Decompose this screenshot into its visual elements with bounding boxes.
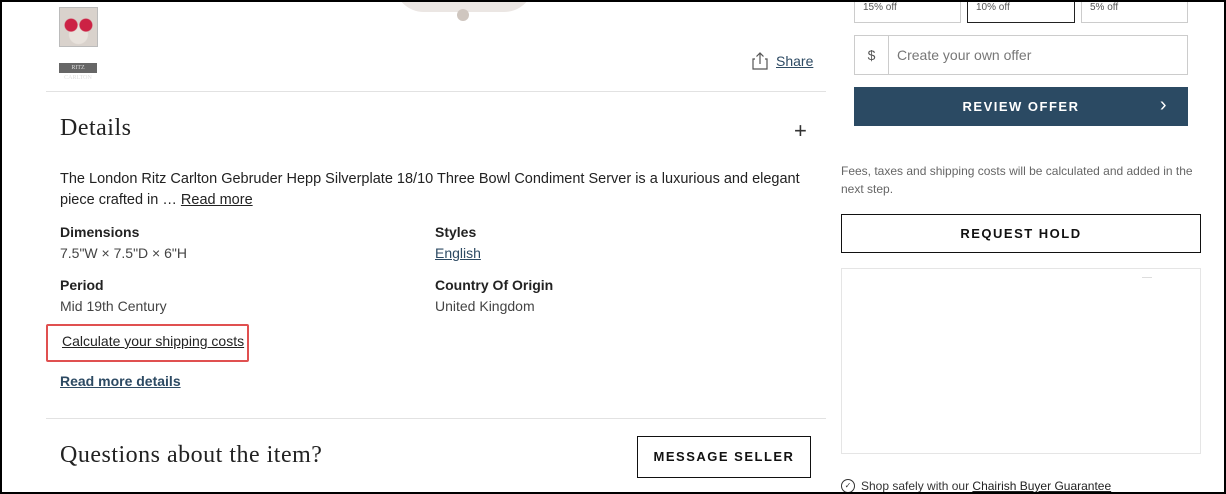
- offer-option-label: 10% off: [976, 2, 1010, 13]
- chevron-right-icon: ›: [1159, 94, 1168, 116]
- styles-label: Styles: [435, 224, 477, 240]
- message-seller-button[interactable]: MESSAGE SELLER: [637, 436, 811, 478]
- origin-value: United Kingdom: [435, 298, 535, 314]
- offer-option-10[interactable]: 10% off: [967, 2, 1075, 23]
- read-more-details-link[interactable]: Read more details: [60, 373, 181, 389]
- share-button[interactable]: Share: [752, 52, 813, 70]
- offer-option-15[interactable]: 15% off: [854, 2, 961, 23]
- brand-thumb-text: RITZ CARLTON: [64, 65, 92, 81]
- guarantee-prefix: Shop safely with our: [861, 479, 973, 493]
- panel-divider: [1142, 277, 1152, 278]
- gallery-thumbnail[interactable]: [59, 7, 98, 47]
- divider: [46, 418, 826, 419]
- guarantee-text: Shop safely with our Chairish Buyer Guar…: [861, 479, 1111, 493]
- share-label[interactable]: Share: [776, 53, 813, 69]
- custom-offer-field[interactable]: $ Create your own offer: [854, 35, 1188, 75]
- period-value: Mid 19th Century: [60, 298, 167, 314]
- product-image-knob: [457, 9, 469, 21]
- dimensions-value: 7.5"W × 7.5"D × 6"H: [60, 245, 187, 261]
- share-icon: [752, 52, 768, 70]
- fees-note: Fees, taxes and shipping costs will be c…: [841, 164, 1193, 196]
- item-description: The London Ritz Carlton Gebruder Hepp Si…: [60, 169, 820, 211]
- currency-symbol: $: [855, 36, 889, 74]
- check-circle-icon: ✓: [841, 479, 855, 492]
- period-label: Period: [60, 277, 104, 293]
- buyer-guarantee: ✓ Shop safely with our Chairish Buyer Gu…: [841, 479, 1111, 493]
- page-frame: RITZ CARLTON Share Details + The London …: [0, 0, 1226, 494]
- guarantee-link[interactable]: Chairish Buyer Guarantee: [972, 479, 1111, 492]
- info-panel: [841, 268, 1201, 454]
- origin-label: Country Of Origin: [435, 277, 554, 293]
- review-offer-button[interactable]: REVIEW OFFER ›: [854, 87, 1188, 126]
- offer-option-label: 15% off: [863, 2, 897, 13]
- read-more-link[interactable]: Read more: [181, 192, 253, 208]
- custom-offer-input[interactable]: Create your own offer: [897, 47, 1031, 63]
- questions-heading: Questions about the item?: [60, 442, 323, 468]
- details-heading: Details: [60, 115, 132, 141]
- offer-option-5[interactable]: 5% off: [1081, 2, 1188, 23]
- offer-option-label: 5% off: [1090, 2, 1119, 13]
- brand-thumbnail[interactable]: RITZ CARLTON: [59, 63, 97, 81]
- dimensions-label: Dimensions: [60, 224, 140, 240]
- styles-link[interactable]: English: [435, 245, 481, 261]
- request-hold-button[interactable]: REQUEST HOLD: [841, 214, 1201, 253]
- expand-plus-icon[interactable]: +: [794, 118, 807, 144]
- review-offer-label: REVIEW OFFER: [962, 99, 1080, 114]
- description-text: The London Ritz Carlton Gebruder Hepp Si…: [60, 171, 800, 208]
- divider: [46, 91, 826, 92]
- calculate-shipping-link[interactable]: Calculate your shipping costs: [62, 333, 244, 349]
